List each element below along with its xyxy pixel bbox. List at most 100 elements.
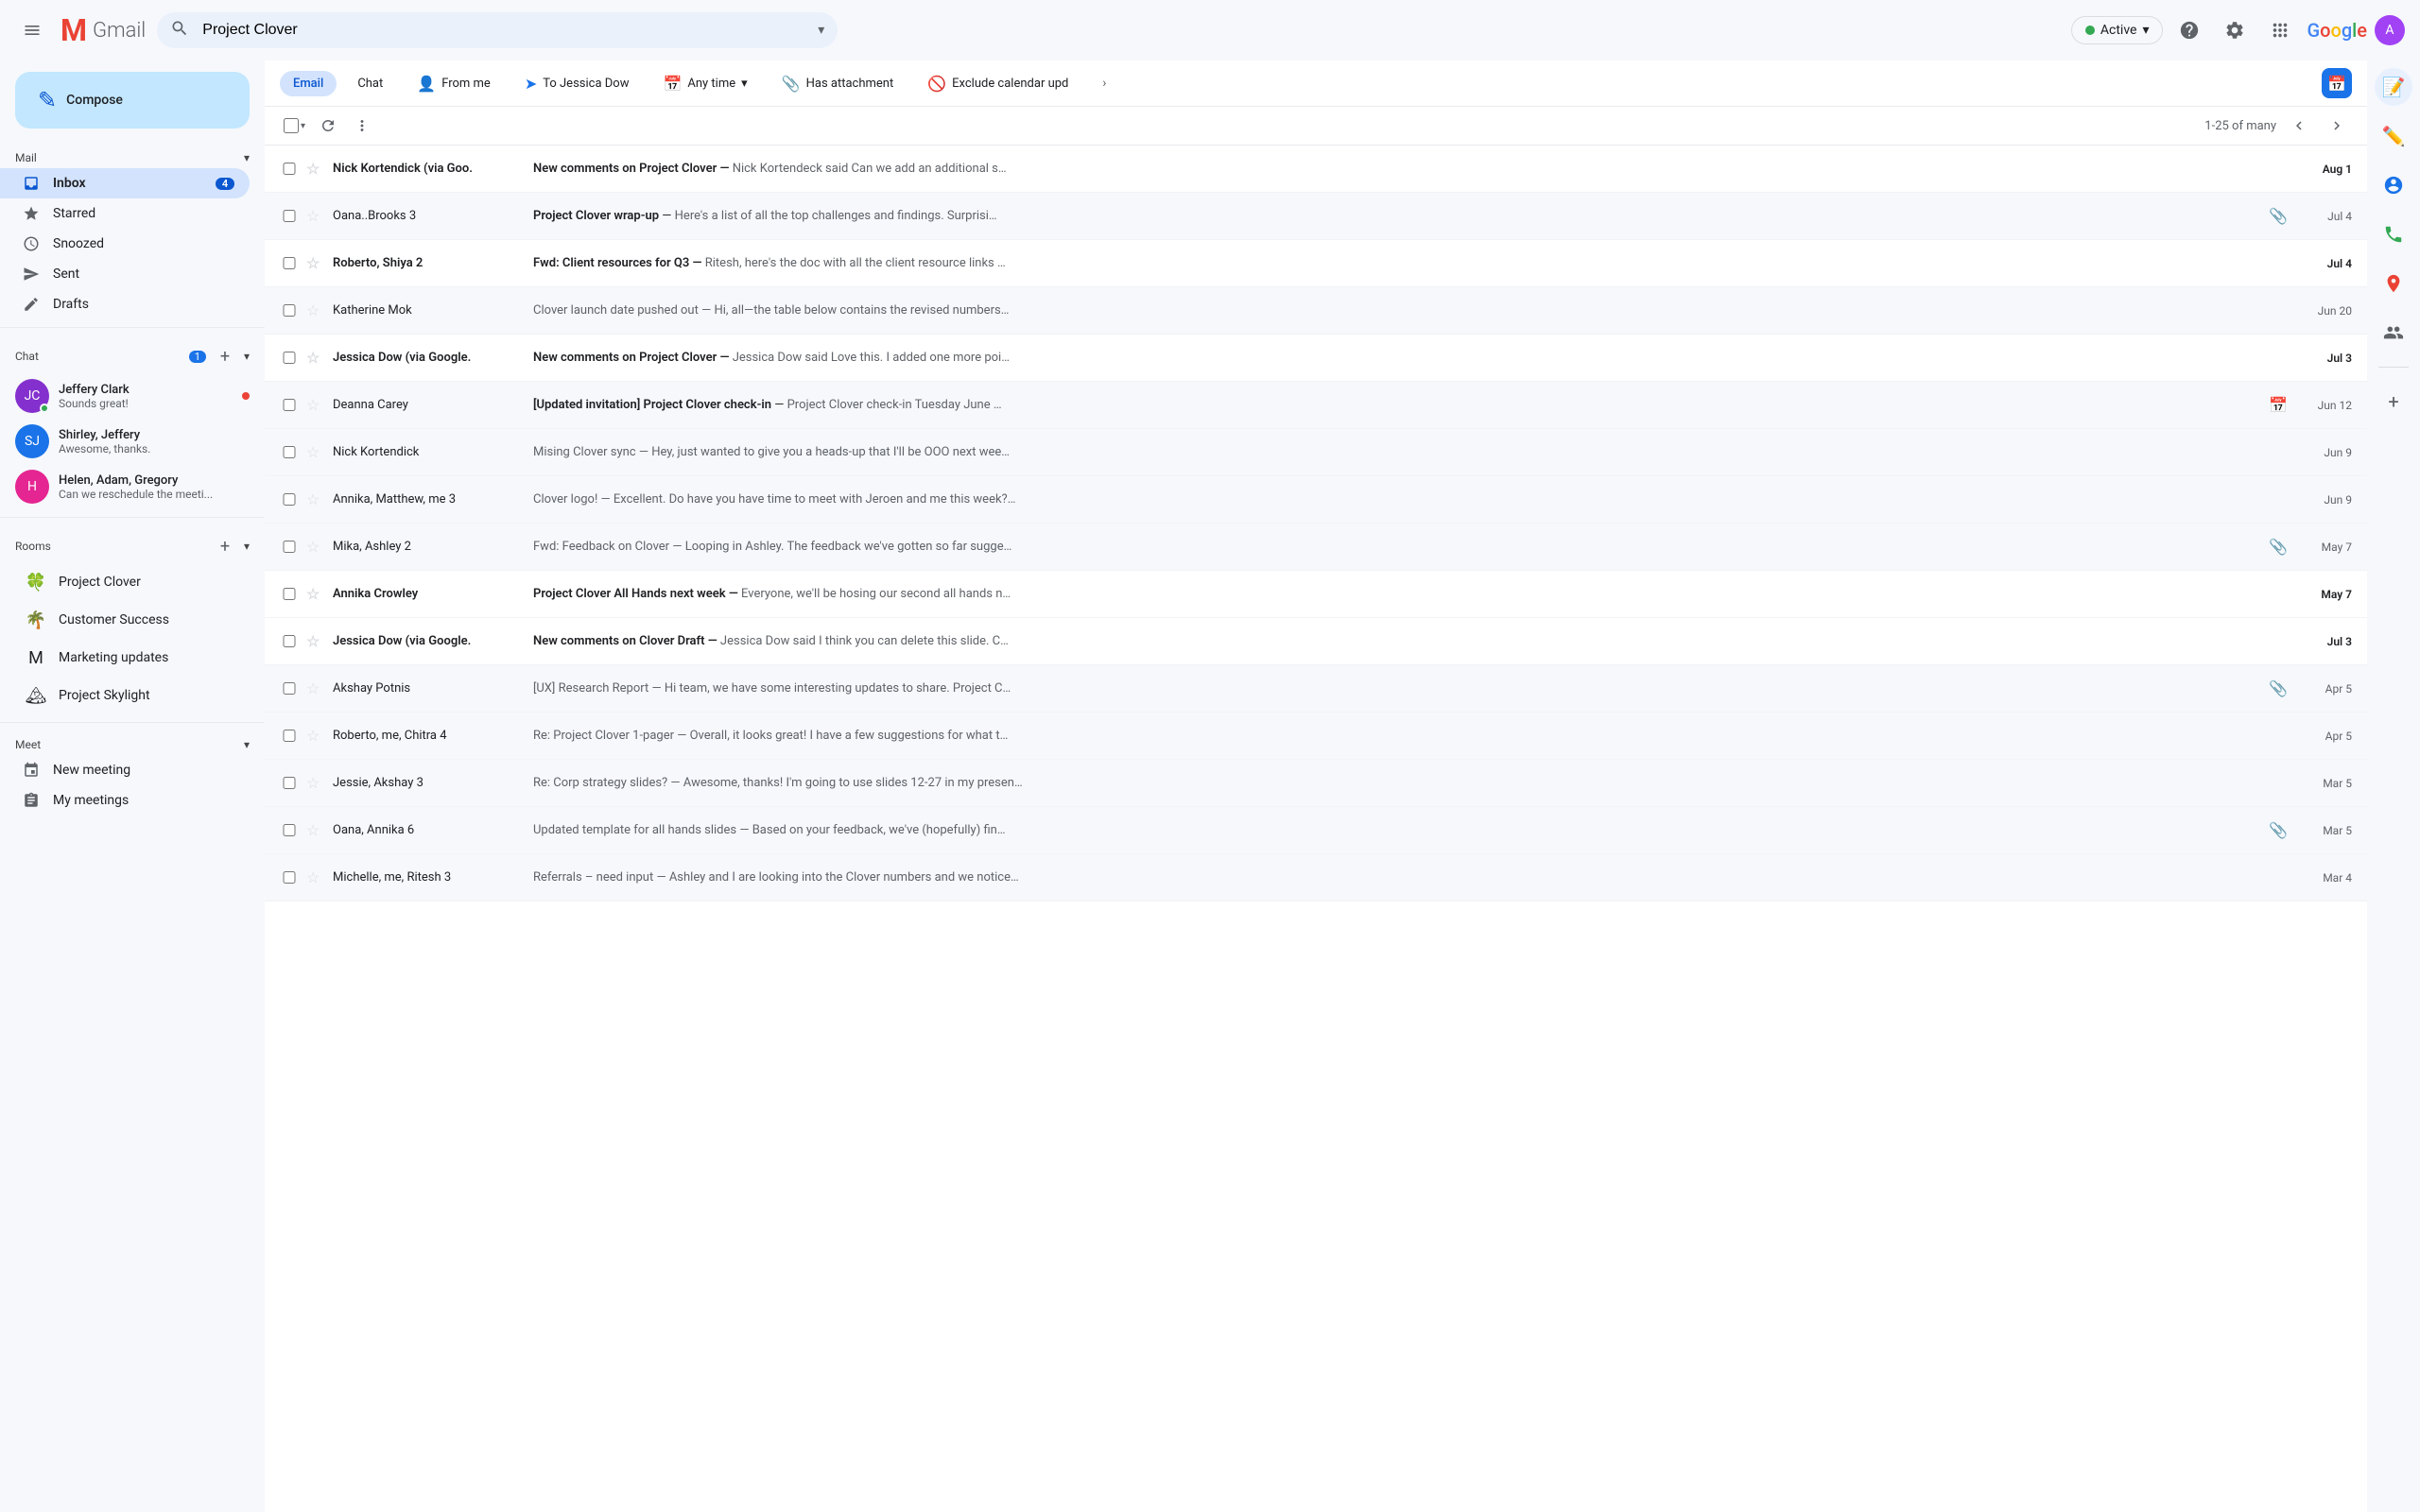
star-icon[interactable]: ☆ (306, 774, 325, 792)
email-row[interactable]: ☆ Roberto, me, Chitra 4 Re: Project Clov… (265, 713, 2367, 760)
star-icon[interactable]: ☆ (306, 679, 325, 697)
email-checkbox[interactable] (280, 588, 299, 600)
star-icon[interactable]: ☆ (306, 727, 325, 745)
email-checkbox[interactable] (280, 163, 299, 175)
star-icon[interactable]: ☆ (306, 538, 325, 556)
phone-icon[interactable] (2375, 215, 2412, 253)
refresh-button[interactable] (313, 111, 343, 141)
star-icon[interactable]: ☆ (306, 301, 325, 319)
star-icon[interactable]: ☆ (306, 160, 325, 178)
settings-icon[interactable] (2216, 11, 2254, 49)
chat-add-icon[interactable]: + (212, 343, 238, 369)
email-row[interactable]: ☆ Jessie, Akshay 3 Re: Corp strategy sli… (265, 760, 2367, 807)
email-row[interactable]: ☆ Nick Kortendick (via Goo. New comments… (265, 146, 2367, 193)
sidebar-item-new-meeting[interactable]: New meeting (0, 755, 250, 785)
sidebar-item-snoozed[interactable]: Snoozed (0, 229, 250, 259)
user-avatar[interactable]: A (2375, 15, 2405, 45)
email-row[interactable]: ☆ Katherine Mok Clover launch date pushe… (265, 287, 2367, 335)
has-attachment-chip[interactable]: 📎 Has attachment (769, 69, 908, 98)
to-jessica-chip[interactable]: ➤ To Jessica Dow (511, 69, 643, 98)
search-dropdown-icon[interactable]: ▾ (818, 23, 824, 38)
star-icon[interactable]: ☆ (306, 821, 325, 839)
email-row[interactable]: ☆ Roberto, Shiya 2 Fwd: Client resources… (265, 240, 2367, 287)
email-checkbox[interactable] (280, 257, 299, 269)
select-all-checkbox[interactable]: ▾ (280, 114, 309, 137)
email-row[interactable]: ☆ Annika Crowley Project Clover All Hand… (265, 571, 2367, 618)
room-item[interactable]: 🌴 Customer Success (0, 601, 265, 639)
sidebar-item-my-meetings[interactable]: My meetings (0, 785, 250, 816)
email-checkbox[interactable] (280, 399, 299, 411)
email-checkbox[interactable] (280, 210, 299, 222)
email-row[interactable]: ☆ Jessica Dow (via Google. New comments … (265, 335, 2367, 382)
mail-section-label[interactable]: Mail ▾ (0, 144, 265, 168)
email-row[interactable]: ☆ Nick Kortendick Mising Clover sync — H… (265, 429, 2367, 476)
status-pill[interactable]: Active ▾ (2071, 16, 2164, 44)
more-options-button[interactable] (347, 111, 377, 141)
help-icon[interactable] (2170, 11, 2208, 49)
gmail-logo[interactable]: M Gmail (60, 12, 146, 48)
chat-item[interactable]: SJ Shirley, Jeffery Awesome, thanks. (0, 419, 265, 464)
from-me-chip[interactable]: 👤 From me (404, 69, 504, 98)
star-icon[interactable]: ☆ (306, 207, 325, 225)
meet-section-label[interactable]: Meet ▾ (0, 730, 265, 755)
star-icon[interactable]: ☆ (306, 254, 325, 272)
star-icon[interactable]: ☆ (306, 396, 325, 414)
email-checkbox[interactable] (280, 824, 299, 836)
email-checkbox[interactable] (280, 682, 299, 695)
chat-filter-chip[interactable]: Chat (344, 71, 396, 96)
email-checkbox[interactable] (280, 777, 299, 789)
email-checkbox[interactable] (280, 304, 299, 317)
email-row[interactable]: ☆ Annika, Matthew, me 3 Clover logo! — E… (265, 476, 2367, 524)
star-icon[interactable]: ☆ (306, 349, 325, 367)
email-checkbox[interactable] (280, 730, 299, 742)
email-row[interactable]: ☆ Akshay Potnis [UX] Research Report — H… (265, 665, 2367, 713)
sidebar-item-drafts[interactable]: Drafts (0, 289, 250, 319)
email-row[interactable]: ☆ Jessica Dow (via Google. New comments … (265, 618, 2367, 665)
star-icon[interactable]: ☆ (306, 868, 325, 886)
menu-icon[interactable] (15, 13, 49, 47)
email-filter-chip[interactable]: Email (280, 71, 337, 96)
add-addon-icon[interactable]: + (2375, 383, 2412, 421)
star-icon[interactable]: ☆ (306, 443, 325, 461)
search-input[interactable] (157, 12, 838, 48)
tasks-icon[interactable]: ✏️ (2375, 117, 2412, 155)
chat-item[interactable]: H Helen, Adam, Gregory Can we reschedule… (0, 464, 265, 509)
email-row[interactable]: ☆ Oana, Annika 6 Updated template for al… (265, 807, 2367, 854)
any-time-chip[interactable]: 📅 Any time ▾ (649, 69, 760, 98)
sidebar-item-inbox[interactable]: Inbox 4 (0, 168, 250, 198)
prev-page-button[interactable] (2284, 111, 2314, 141)
email-checkbox[interactable] (280, 871, 299, 884)
star-icon[interactable]: ☆ (306, 632, 325, 650)
room-item[interactable]: 🏔 Project Skylight (0, 677, 265, 714)
chat-item[interactable]: JC Jeffery Clark Sounds great! (0, 373, 265, 419)
star-icon[interactable]: ☆ (306, 585, 325, 603)
contacts-icon[interactable] (2375, 166, 2412, 204)
chat-section-label[interactable]: Chat 1 + ▾ (0, 335, 265, 373)
more-filters-button[interactable]: › (1089, 68, 1119, 98)
people-icon[interactable] (2375, 314, 2412, 352)
next-page-button[interactable] (2322, 111, 2352, 141)
email-row[interactable]: ☆ Deanna Carey [Updated invitation] Proj… (265, 382, 2367, 429)
exclude-calendar-chip[interactable]: 🚫 Exclude calendar upd (914, 69, 1081, 98)
keep-icon[interactable]: 📝 (2375, 68, 2412, 106)
email-row[interactable]: ☆ Michelle, me, Ritesh 3 Referrals – nee… (265, 854, 2367, 902)
email-checkbox[interactable] (280, 493, 299, 506)
email-checkbox[interactable] (280, 446, 299, 458)
email-row[interactable]: ☆ Mika, Ashley 2 Fwd: Feedback on Clover… (265, 524, 2367, 571)
email-row[interactable]: ☆ Oana..Brooks 3 Project Clover wrap-up … (265, 193, 2367, 240)
room-item[interactable]: M Marketing updates (0, 639, 265, 677)
email-checkbox[interactable] (280, 352, 299, 364)
rooms-section-label[interactable]: Rooms + ▾ (0, 525, 265, 563)
apps-icon[interactable] (2261, 11, 2299, 49)
maps-icon[interactable] (2375, 265, 2412, 302)
email-checkbox[interactable] (280, 541, 299, 553)
email-checkbox[interactable] (280, 635, 299, 647)
rooms-add-icon[interactable]: + (212, 533, 238, 559)
compose-button[interactable]: ✎ Compose (15, 72, 250, 129)
star-icon[interactable]: ☆ (306, 490, 325, 508)
calendar-icon[interactable]: 📅 (2322, 68, 2352, 98)
room-item[interactable]: 🍀 Project Clover (0, 563, 265, 601)
sidebar-item-starred[interactable]: Starred (0, 198, 250, 229)
sidebar-item-sent[interactable]: Sent (0, 259, 250, 289)
select-all-input[interactable] (284, 118, 299, 133)
